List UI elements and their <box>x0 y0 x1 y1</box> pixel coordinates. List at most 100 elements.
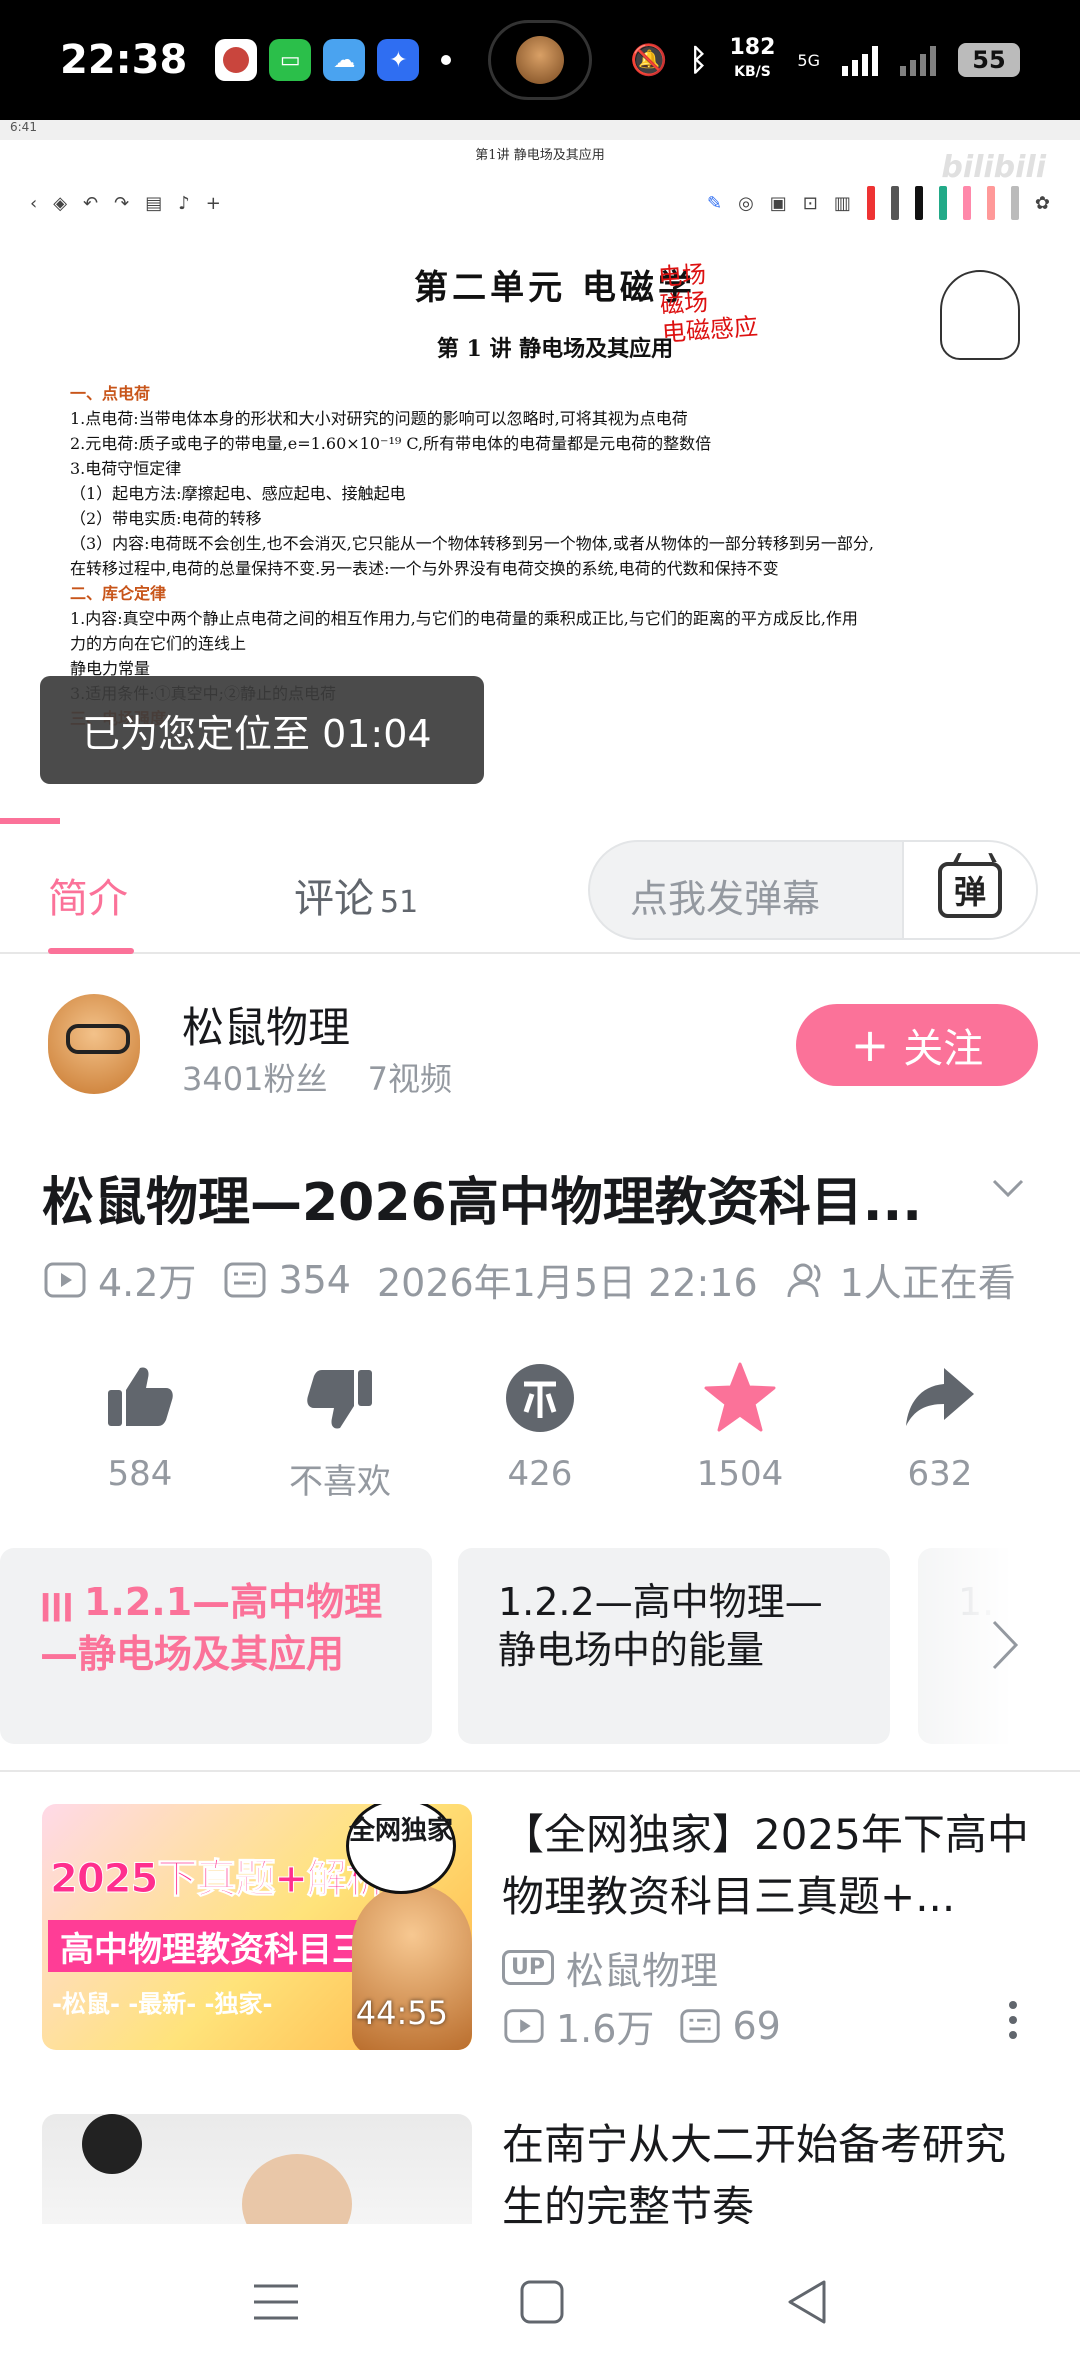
publish-date: 2026年1月5日 22:16 <box>376 1261 758 1305</box>
palette-icon: ✿ <box>1034 192 1050 214</box>
coin-button[interactable]: 426 <box>440 1360 640 1510</box>
danmaku-toggle-button[interactable]: 弹 <box>902 842 1036 938</box>
recommended-uploader: UP 松鼠物理 <box>502 1940 718 1995</box>
eraser-icon <box>1010 186 1019 220</box>
document-title: 第1讲 静电场及其应用 <box>475 148 605 163</box>
menu-icon[interactable] <box>248 2276 304 2328</box>
viewers-icon <box>787 1263 821 1297</box>
salmon-pen-icon <box>986 186 995 220</box>
danmaku-count-icon <box>680 2008 721 2043</box>
app-store-icon: ✦ <box>377 39 420 81</box>
video-count: 7视频 <box>367 1060 452 1098</box>
inner-status-bar: 6:41 <box>0 120 1080 140</box>
pink-pen-icon <box>962 186 971 220</box>
note-line: 一、点电荷 <box>70 384 151 403</box>
lasso-icon: ◎ <box>738 192 754 214</box>
lecture-page: 第二单元 电磁学 电场 磁场 电磁感应 第 1 讲 静电场及其应用 一、点电荷 1… <box>70 240 1040 731</box>
notification-icons: ▭ ☁ ✦ <box>215 39 452 81</box>
red-pen-icon <box>866 186 875 220</box>
share-icon <box>906 1368 974 1426</box>
danmaku-count-icon <box>224 1262 266 1297</box>
pdf-toolbar: ‹ ◈ ↶ ↷ ▤ ♪ + ✎ ◎ ▣ ⊡ ▥ ✿ <box>30 182 1050 224</box>
live-activity-capsule[interactable] <box>488 20 592 100</box>
home-icon[interactable] <box>514 2276 570 2328</box>
note-line: （3）内容:电荷既不会创生,也不会消灭,它只能从一个物体转移到另一个物体,或者从… <box>70 534 874 553</box>
follow-button[interactable]: + 关注 <box>796 1004 1038 1086</box>
book-icon: ▥ <box>833 192 851 214</box>
messages-app-icon: ▭ <box>269 39 312 81</box>
episode-item-active[interactable]: ǀǀǀ 1.2.1—高中物理—静电场及其应用 <box>0 1548 432 1744</box>
uploader-stats: 3401粉丝 7视频 <box>182 1054 482 1100</box>
seek-toast: 已为您定位至 01:04 <box>40 676 484 784</box>
gray-pen-icon <box>890 186 899 220</box>
play-count-icon <box>44 1262 86 1297</box>
section-divider <box>0 1770 1080 1772</box>
mute-icon: 🔕 <box>630 42 668 78</box>
thumbnail-hair <box>82 2114 142 2174</box>
green-pen-icon <box>938 186 947 220</box>
uploader-section: 松鼠物理 3401粉丝 7视频 + 关注 <box>0 954 1080 1114</box>
system-navigation-bar <box>0 2226 1080 2376</box>
episode-item[interactable]: 1.2.2—高中物理—静电场中的能量 <box>458 1548 890 1744</box>
more-options-icon[interactable] <box>1008 2000 1018 2040</box>
add-icon: + <box>205 192 221 214</box>
black-pen-icon <box>914 186 923 220</box>
favorite-button[interactable]: 1504 <box>640 1360 840 1510</box>
note-line: （2）带电实质:电荷的转移 <box>70 509 262 528</box>
recommended-video[interactable]: 2025下真题+解析 高中物理教资科目三 -松鼠- -最新- -独家- 全网独家… <box>0 1804 1080 2054</box>
note-line: 1.点电荷:当带电体本身的形状和大小对研究的问题的影响可以忽略时,可将其视为点电… <box>70 409 688 428</box>
danmaku-input[interactable]: 点我发弹幕 <box>630 868 820 923</box>
back-icon[interactable] <box>780 2276 836 2328</box>
dislike-button[interactable]: 不喜欢 <box>240 1360 440 1510</box>
capsule-thumbnail <box>516 36 564 84</box>
lecture-title: 第 1 讲 静电场及其应用 <box>436 336 674 362</box>
tab-intro[interactable]: 简介 <box>48 866 128 924</box>
image-icon: ▣ <box>769 192 787 214</box>
recommended-title[interactable]: 在南宁从大二开始备考研究生的完整节奏 <box>502 2114 1042 2224</box>
recommended-stats: 1.6万 69 <box>502 1998 781 2053</box>
note-line: （1）起电方法:摩擦起电、感应起电、接触起电 <box>70 484 406 503</box>
action-bar: 584 不喜欢 426 1504 632 <box>40 1360 1040 1510</box>
network-speed: 182 KB/S <box>729 35 776 81</box>
recommended-title[interactable]: 【全网独家】2025年下高中物理教资科目三真题+... <box>502 1804 1042 1928</box>
unit-title: 第二单元 电磁学 <box>414 268 696 308</box>
video-thumbnail[interactable] <box>42 2114 472 2224</box>
video-thumbnail[interactable]: 2025下真题+解析 高中物理教资科目三 -松鼠- -最新- -独家- 全网独家… <box>42 1804 472 2050</box>
playing-icon: ǀǀǀ <box>40 1588 84 1623</box>
network-type: 5G <box>797 50 820 70</box>
note-line: 力的方向在它们的连线上 <box>70 634 247 653</box>
signal-icon <box>842 44 878 76</box>
battery-icon: 55 <box>958 43 1020 77</box>
uploader-name[interactable]: 松鼠物理 <box>182 994 350 1055</box>
redo-icon: ↷ <box>114 192 130 214</box>
text-box-icon: ⊡ <box>802 192 818 214</box>
note-line: 在转移过程中,电荷的总量保持不变.另一表述:一个与外界没有电荷交换的系统,电荷的… <box>70 559 779 578</box>
status-time: 22:38 <box>60 37 188 83</box>
danmaku-icon: 弹 <box>938 862 1002 918</box>
tab-comments[interactable]: 评论 51 <box>294 866 418 924</box>
favorite-icon <box>704 1362 776 1432</box>
pen-tool-icon: ✎ <box>706 192 723 214</box>
video-meta: 4.2万 354 2026年1月5日 22:16 1人正在看 <box>42 1252 1016 1307</box>
fans-count: 3401粉丝 <box>182 1060 328 1098</box>
handwritten-notes: 电场 磁场 电磁感应 <box>657 260 759 348</box>
page-icon: ▤ <box>145 192 163 214</box>
chevron-right-icon[interactable] <box>990 1618 1020 1672</box>
like-icon <box>108 1367 173 1426</box>
bilibili-watermark: bilibili <box>941 150 1046 185</box>
share-button[interactable]: 632 <box>840 1360 1040 1510</box>
playback-progress[interactable] <box>0 818 60 824</box>
avatar-app-icon <box>215 39 258 81</box>
like-button[interactable]: 584 <box>40 1360 240 1510</box>
video-duration: 44:55 <box>355 1994 448 2032</box>
note-line: 二、库仑定律 <box>70 584 167 603</box>
coin-icon <box>506 1364 574 1432</box>
signal-2-icon <box>900 44 936 76</box>
uploader-avatar[interactable] <box>48 994 140 1094</box>
plus-icon: + <box>850 1018 890 1072</box>
thumbnail-face <box>242 2154 352 2224</box>
layers-icon: ◈ <box>53 192 68 214</box>
note-line: 1.内容:真空中两个静止点电荷之间的相互作用力,与它们的电荷量的乘积成正比,与它… <box>70 609 858 628</box>
chevron-down-icon[interactable] <box>990 1170 1026 1206</box>
recommended-video[interactable]: 在南宁从大二开始备考研究生的完整节奏 <box>0 2114 1080 2224</box>
